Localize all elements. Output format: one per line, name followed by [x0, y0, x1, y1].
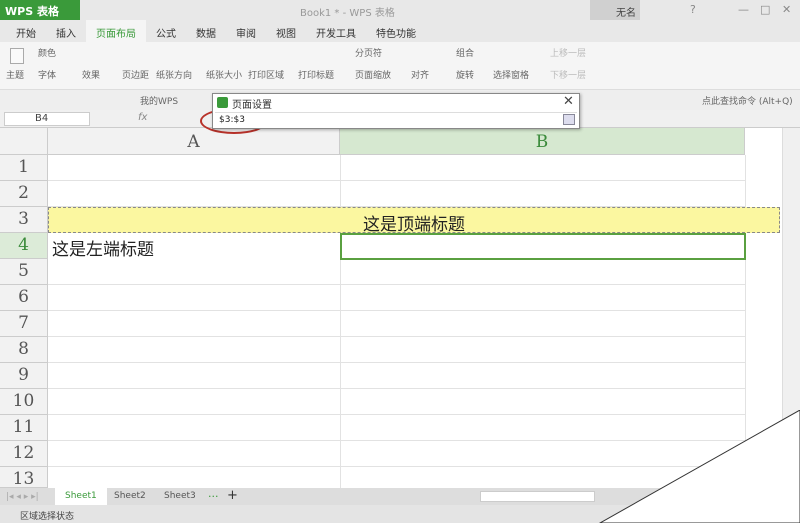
fx-icon[interactable]: fx: [138, 112, 147, 123]
title-bar: [0, 0, 800, 20]
row-header[interactable]: 1: [0, 155, 48, 181]
minimize-icon[interactable]: —: [738, 3, 749, 16]
row-header[interactable]: 9: [0, 363, 48, 389]
gridline: [48, 310, 745, 311]
title-row-range-input[interactable]: $3:$3: [215, 112, 577, 127]
group-button[interactable]: 组合: [456, 46, 474, 59]
row-header[interactable]: 8: [0, 337, 48, 363]
column-header-b[interactable]: B: [340, 128, 745, 155]
theme-button[interactable]: 主题: [6, 68, 24, 81]
selection-pane-button[interactable]: 选择窗格: [493, 68, 529, 81]
tab-formulas[interactable]: 公式: [146, 20, 186, 42]
paper-size-button[interactable]: 纸张大小: [206, 68, 242, 81]
bring-forward-button[interactable]: 上移一层: [550, 46, 586, 59]
my-wps-tab[interactable]: 我的WPS: [140, 94, 178, 107]
tab-home[interactable]: 开始: [6, 20, 46, 42]
ribbon: 主题 颜色 字体 效果 页边距 纸张方向 纸张大小 打印区域 打印标题 分页符 …: [0, 42, 800, 90]
dialog-close-icon[interactable]: ✕: [563, 94, 574, 109]
print-titles-button[interactable]: 打印标题: [298, 68, 334, 81]
row-header[interactable]: 2: [0, 181, 48, 207]
gridline: [48, 284, 745, 285]
cell-b4-selected[interactable]: [340, 233, 746, 260]
rotate-button[interactable]: 旋转: [456, 68, 474, 81]
gridline: [48, 388, 745, 389]
command-search[interactable]: 点此查找命令 (Alt+Q): [702, 94, 793, 107]
row-header[interactable]: 4: [0, 233, 48, 259]
add-sheet-icon[interactable]: +: [227, 488, 238, 503]
row-header[interactable]: 5: [0, 259, 48, 285]
gridline: [48, 362, 745, 363]
fonts-button[interactable]: 字体: [38, 68, 56, 81]
colors-button[interactable]: 颜色: [38, 46, 56, 59]
tab-data[interactable]: 数据: [186, 20, 226, 42]
more-sheets-icon[interactable]: ···: [208, 490, 219, 503]
select-all-corner[interactable]: [0, 128, 48, 155]
row-header[interactable]: 7: [0, 311, 48, 337]
row-header[interactable]: 6: [0, 285, 48, 311]
theme-icon: [10, 48, 24, 64]
page-break-button[interactable]: 分页符: [355, 46, 382, 59]
orientation-button[interactable]: 纸张方向: [156, 68, 192, 81]
sheet-tab-2[interactable]: Sheet2: [104, 488, 156, 505]
wps-sheet-icon: [217, 97, 228, 108]
page-zoom-button[interactable]: 页面缩放: [355, 68, 391, 81]
gridline: [48, 336, 745, 337]
row-header[interactable]: 13: [0, 467, 48, 489]
effects-button[interactable]: 效果: [82, 68, 100, 81]
window-title: Book1 * - WPS 表格: [300, 8, 395, 19]
tab-features[interactable]: 特色功能: [366, 20, 426, 42]
sheet-tab-3[interactable]: Sheet3: [154, 488, 206, 505]
gridline: [340, 155, 341, 488]
sheet-nav-arrows[interactable]: |◂ ◂ ▸ ▸|: [6, 492, 39, 502]
close-icon[interactable]: ✕: [782, 3, 791, 16]
row-header[interactable]: 12: [0, 441, 48, 467]
tab-review[interactable]: 审阅: [226, 20, 266, 42]
tab-view[interactable]: 视图: [266, 20, 306, 42]
print-area-button[interactable]: 打印区域: [248, 68, 284, 81]
name-box[interactable]: B4: [4, 112, 90, 126]
page-setup-dialog: 页面设置 ✕ $3:$3: [212, 93, 580, 129]
gridline: [48, 180, 745, 181]
user-name[interactable]: 无名: [590, 0, 640, 20]
cell-a4[interactable]: 这是左端标题: [52, 235, 154, 260]
cell-b3-title-row[interactable]: 这是顶端标题: [48, 207, 780, 235]
tab-page-layout[interactable]: 页面布局: [86, 20, 146, 42]
row-header[interactable]: 3: [0, 207, 48, 233]
margins-button[interactable]: 页边距: [122, 68, 149, 81]
column-header-a[interactable]: A: [48, 128, 340, 155]
row-header[interactable]: 10: [0, 389, 48, 415]
tab-insert[interactable]: 插入: [46, 20, 86, 42]
sheet-tab-1[interactable]: Sheet1: [55, 488, 107, 505]
menu-bar: 开始 插入 页面布局 公式 数据 审阅 视图 开发工具 特色功能: [0, 20, 800, 42]
wps-menu-button[interactable]: WPS 表格: [0, 0, 80, 20]
tab-developer[interactable]: 开发工具: [306, 20, 366, 42]
help-button[interactable]: ?: [690, 3, 696, 16]
page-curl-decoration: [598, 410, 800, 523]
align-button[interactable]: 对齐: [411, 68, 429, 81]
row-header[interactable]: 11: [0, 415, 48, 441]
maximize-icon[interactable]: □: [760, 3, 770, 16]
send-backward-button[interactable]: 下移一层: [550, 68, 586, 81]
collapse-dialog-icon[interactable]: [563, 114, 575, 125]
dialog-title: 页面设置: [232, 100, 272, 111]
